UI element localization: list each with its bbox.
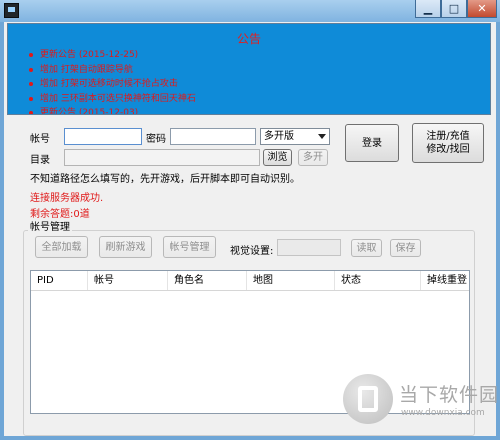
watermark-text: 当下软件园	[399, 384, 500, 406]
title-bar: ▁ □ ✕	[0, 0, 500, 22]
login-button[interactable]: 登录	[345, 124, 399, 162]
col-role-name[interactable]: 角色名	[168, 271, 247, 290]
chevron-down-icon	[318, 134, 326, 139]
notice-item: 增加 打架自动跟踪导航	[29, 63, 196, 78]
notice-list: 更新公告 (2015-12-25) 增加 打架自动跟踪导航 增加 打架可选移动时…	[29, 48, 196, 114]
help-text: 不知道路径怎么填写的，先开游戏，后开脚本即可自动识别。	[30, 174, 300, 185]
notice-title: 公告	[236, 32, 261, 46]
account-manage-button[interactable]: 帐号管理	[163, 236, 216, 258]
col-reconnect[interactable]: 掉线重登	[421, 271, 469, 290]
notice-item: 增加 三环副本可选只换神符和回天神石	[29, 92, 196, 107]
app-icon	[4, 3, 19, 18]
notice-item: 更新公告 (2015-12-03)	[29, 106, 196, 114]
notice-item: 增加 打架可选移动时候不抢占攻击	[29, 77, 196, 92]
table-header: PID 帐号 角色名 地图 状态 掉线重登	[31, 271, 469, 291]
visual-settings-input[interactable]	[277, 239, 341, 256]
password-label: 密码	[146, 134, 166, 145]
account-input[interactable]	[64, 128, 142, 145]
watermark-url: www.downxia.com	[401, 408, 485, 418]
notice-item: 更新公告 (2015-12-25)	[29, 48, 196, 63]
load-all-button[interactable]: 全部加载	[35, 236, 88, 258]
mode-select[interactable]: 多开版	[260, 128, 330, 145]
col-account[interactable]: 帐号	[88, 271, 168, 290]
col-pid[interactable]: PID	[31, 271, 88, 290]
minimize-button[interactable]: ▁	[415, 0, 441, 18]
col-map[interactable]: 地图	[247, 271, 335, 290]
group-title: 帐号管理	[28, 218, 72, 233]
connect-status: 连接服务器成功.	[30, 193, 104, 204]
multi-button[interactable]: 多开	[298, 149, 328, 166]
maximize-icon: □	[448, 2, 460, 15]
watermark-logo-icon	[343, 374, 393, 424]
account-label: 帐号	[30, 134, 50, 145]
save-button[interactable]: 保存	[390, 239, 421, 257]
mode-select-value: 多开版	[264, 131, 294, 142]
browse-button[interactable]: 浏览	[263, 149, 292, 166]
watermark: 当下软件园 www.downxia.com	[343, 370, 498, 434]
col-status[interactable]: 状态	[335, 271, 421, 290]
notice-panel[interactable]: 公告 更新公告 (2015-12-25) 增加 打架自动跟踪导航 增加 打架可选…	[7, 23, 491, 115]
minimize-icon: ▁	[423, 2, 433, 15]
close-button[interactable]: ✕	[467, 0, 497, 18]
read-button[interactable]: 读取	[351, 239, 382, 257]
dir-input[interactable]	[64, 149, 260, 166]
password-input[interactable]	[170, 128, 256, 145]
refresh-games-button[interactable]: 刷新游戏	[99, 236, 152, 258]
close-icon: ✕	[477, 2, 487, 15]
visual-settings-label: 视觉设置:	[230, 246, 274, 257]
dir-label: 目录	[30, 155, 50, 166]
maximize-button[interactable]: □	[441, 0, 467, 18]
register-button[interactable]: 注册/充值 修改/找回	[412, 123, 484, 163]
